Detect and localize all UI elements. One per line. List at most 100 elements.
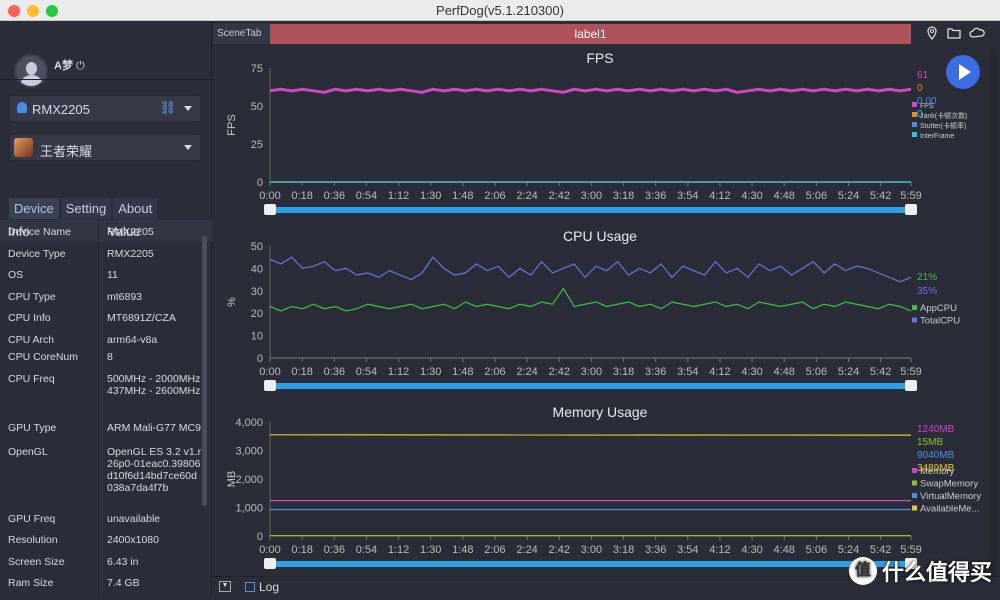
row-key: CPU CoreNum [8,351,78,363]
x-tick-label: 3:00 [581,544,602,556]
tab-setting[interactable]: Setting [61,198,111,219]
row-key: Resolution [8,534,58,546]
avatar[interactable] [14,54,48,88]
x-tick-label: 3:36 [645,544,666,556]
app-select-value: 王者荣耀 [40,144,92,159]
legend-entry[interactable]: VirtualMemory [920,491,981,502]
x-tick-label: 3:18 [613,190,634,202]
y-tick-label: 20 [251,308,263,320]
row-key: CPU Arch [8,334,54,346]
watermark-logo: 值 [849,557,877,585]
x-tick-label: 1:12 [388,544,409,556]
slider-handle[interactable] [264,380,276,391]
legend-entry[interactable]: SwapMemory [920,479,978,490]
user-name: A梦 [54,60,73,72]
legend-swatch [912,132,917,137]
x-tick-label: 3:00 [581,190,602,202]
x-tick-label: 5:06 [806,366,827,378]
slider-handle[interactable] [905,380,917,391]
app-select[interactable]: 王者荣耀 [9,134,201,161]
device-select[interactable]: RMX2205 ⛓ [9,95,201,122]
x-tick-label: 1:12 [388,190,409,202]
play-button[interactable] [946,55,980,89]
x-tick-label: 3:54 [677,190,698,202]
main-scrollbar[interactable] [989,51,997,581]
main-area: SceneTab label1 FPSFPS02550750:000:180:3… [213,21,1000,595]
x-tick-label: 2:06 [484,190,505,202]
x-tick-label: 5:06 [806,544,827,556]
x-tick-label: 4:12 [709,544,730,556]
tab-device[interactable]: Device [9,198,59,219]
y-tick-label: 2,000 [235,474,263,486]
x-tick-label: 4:48 [774,366,795,378]
slider-handle[interactable] [905,204,917,215]
legend-entry[interactable]: AvailableMe... [920,504,980,515]
x-tick-label: 0:00 [259,366,280,378]
chevron-down-icon [184,106,192,111]
y-tick-label: 4,000 [235,417,263,429]
current-value: 0 [917,109,923,120]
slider-handle[interactable] [264,558,276,569]
row-value: MT6891Z/CZA [107,312,202,324]
row-value: 500MHz - 2000MHz 437MHz - 2600MHz [107,373,202,397]
y-tick-label: 40 [251,263,263,275]
current-value: 21% [917,272,937,283]
row-value: ARM Mali-G77 MC9 [107,422,202,434]
x-tick-label: 3:36 [645,366,666,378]
legend-entry[interactable]: AppCPU [920,303,957,314]
x-tick-label: 0:18 [291,190,312,202]
x-tick-label: 2:24 [516,190,537,202]
row-value: unavailable [107,513,202,525]
row-key: Device Type [8,248,66,260]
slider-handle[interactable] [264,204,276,215]
row-key: Screen Size [8,556,65,568]
power-icon[interactable]: ⏻ [76,60,85,72]
legend-entry[interactable]: InterFrame [920,133,954,140]
row-value: 2400x1080 [107,534,202,546]
series-line-appcpu [270,289,911,311]
x-tick-label: 1:30 [420,544,441,556]
y-tick-label: 50 [251,101,263,113]
log-checkbox[interactable] [245,582,255,592]
legend-entry[interactable]: Jank(卡顿次数) [920,111,967,120]
current-value: 0.00 [917,96,937,107]
x-tick-label: 0:54 [356,190,377,202]
x-tick-label: 4:48 [774,544,795,556]
expand-toggle[interactable]: ▼ [219,581,231,592]
legend-entry[interactable]: Stutter(卡顿率) [920,121,966,130]
row-value: RMX2205 [107,226,202,238]
x-tick-label: 2:42 [549,366,570,378]
legend-swatch [912,506,917,511]
x-tick-label: 0:18 [291,366,312,378]
row-value: 6.43 in [107,556,202,568]
x-tick-label: 0:54 [356,544,377,556]
current-value: 15MB [917,437,943,448]
left-panel: A梦 ⏻ RMX2205 ⛓ 王者荣耀 Device Setting About… [0,21,212,595]
current-value: 61 [917,70,929,81]
x-tick-label: 3:54 [677,544,698,556]
link-icon[interactable]: ⛓ [159,100,176,116]
x-tick-label: 1:30 [420,190,441,202]
tab-about[interactable]: About [113,198,157,219]
x-tick-label: 2:24 [516,366,537,378]
row-key: Ram Size [8,577,54,589]
x-tick-label: 0:36 [324,190,345,202]
x-tick-label: 5:24 [838,366,859,378]
row-value: 11 [107,269,202,281]
chart-title: CPU Usage [563,228,637,244]
row-value: mt6893 [107,291,202,303]
legend-entry[interactable]: TotalCPU [920,316,960,327]
x-tick-label: 4:12 [709,190,730,202]
chart-title: Memory Usage [553,404,648,420]
x-tick-label: 5:59 [900,366,921,378]
legend-swatch [912,305,917,310]
x-tick-label: 3:54 [677,366,698,378]
x-tick-label: 0:36 [324,366,345,378]
x-tick-label: 1:48 [452,190,473,202]
app-icon [14,138,33,157]
row-value: OpenGL ES 3.2 v1.r26p0-01eac0.39806d10f6… [107,446,202,494]
table-scrollbar[interactable] [202,236,207,506]
y-tick-label: 10 [251,331,263,343]
x-tick-label: 2:42 [549,190,570,202]
x-tick-label: 5:42 [870,366,891,378]
